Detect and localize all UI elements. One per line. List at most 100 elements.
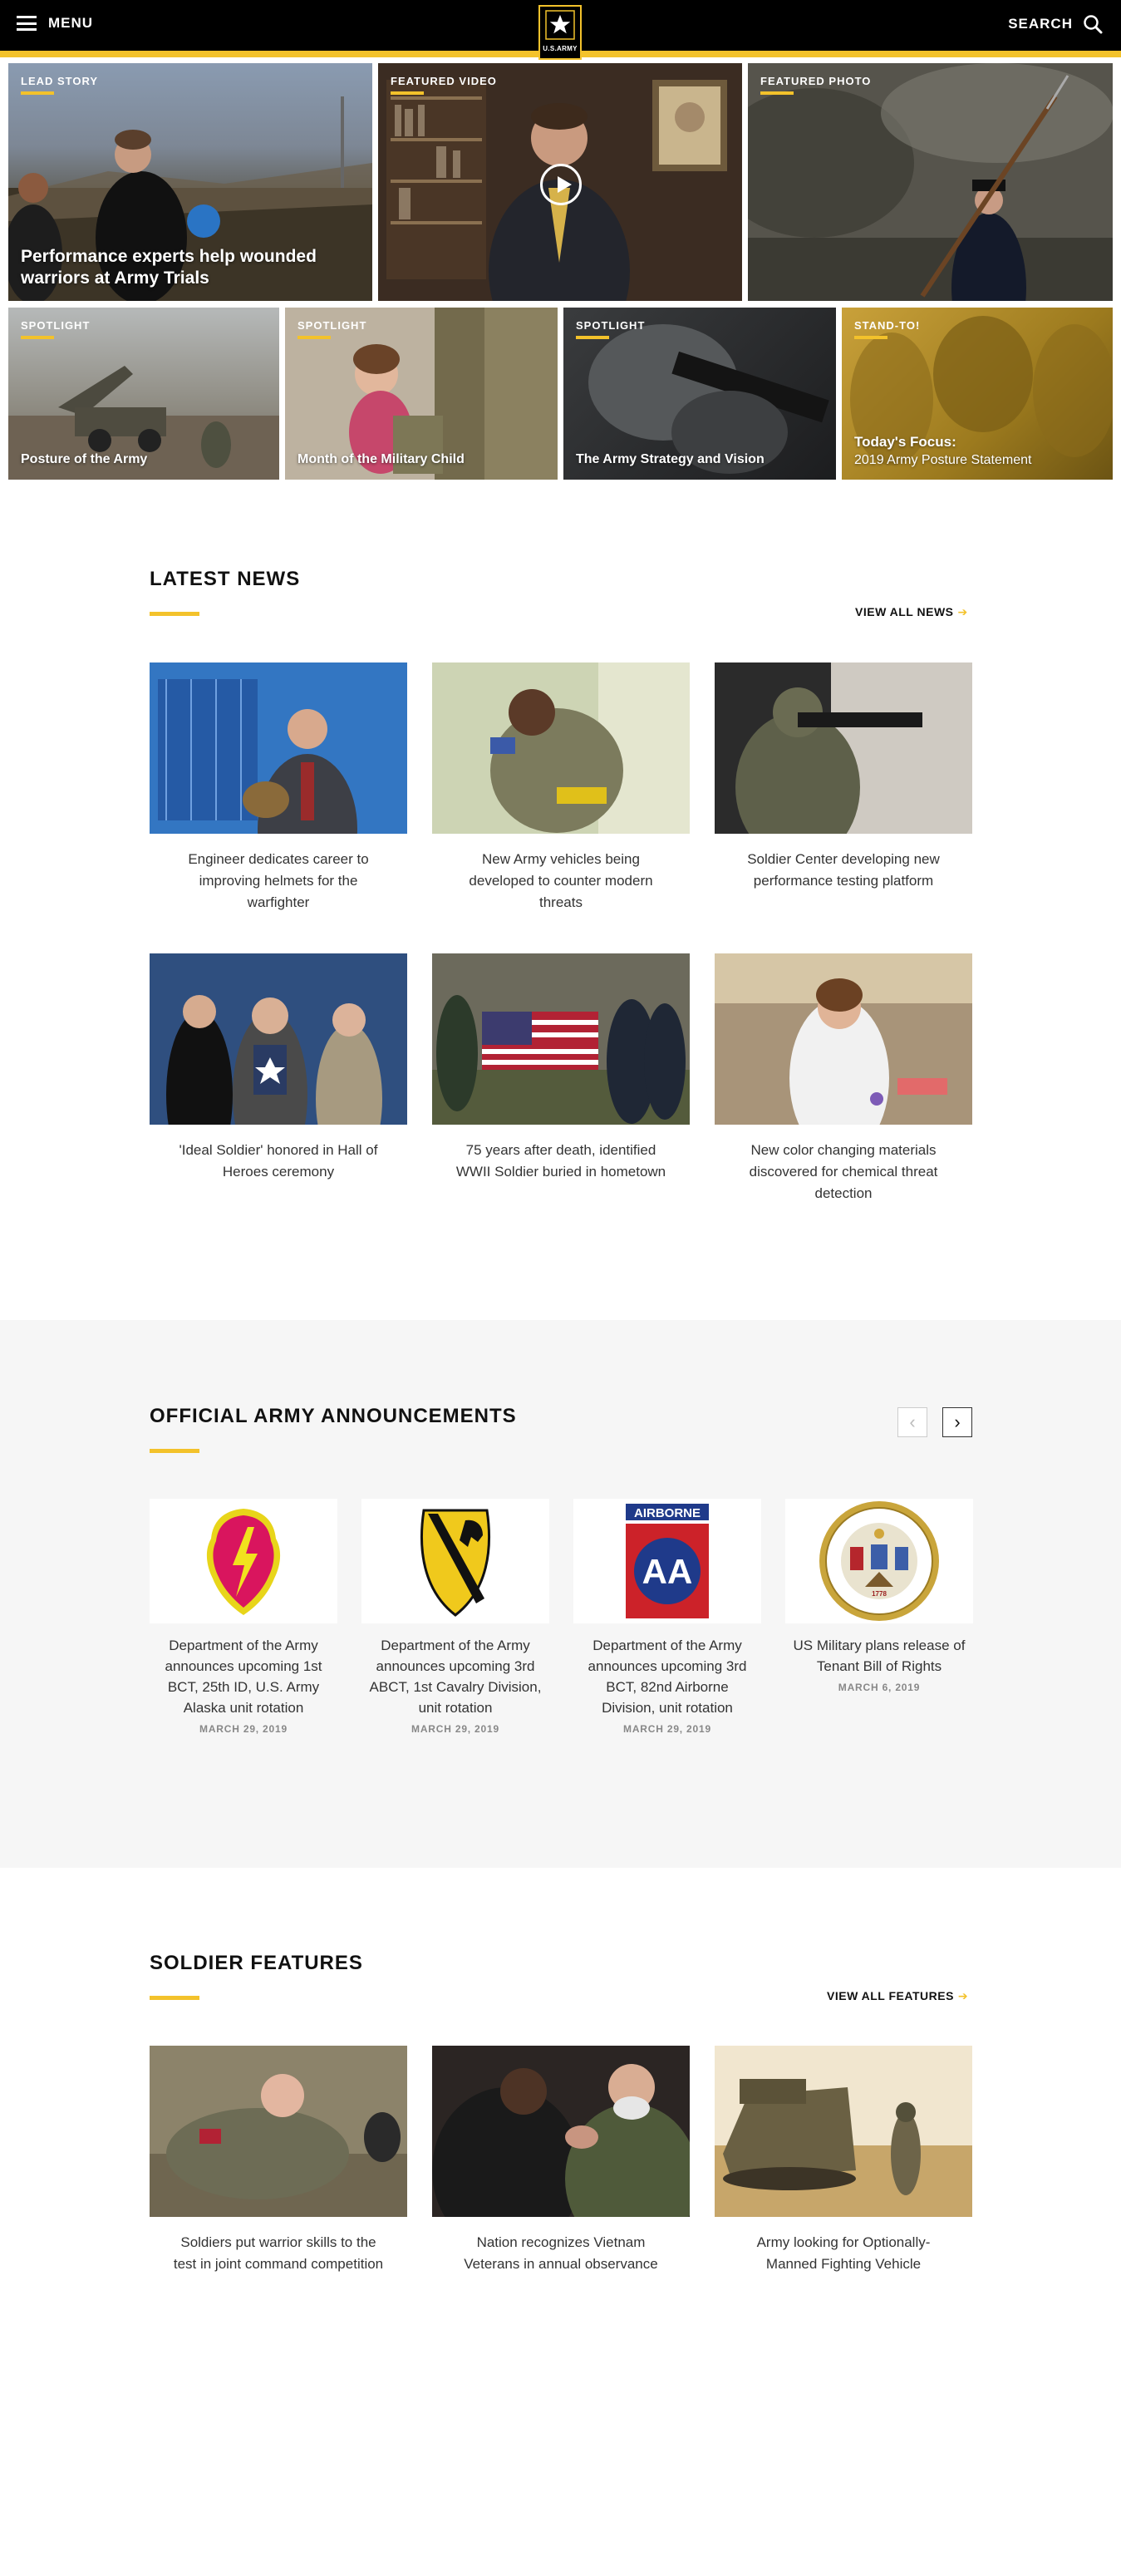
view-all-news-label: VIEW ALL NEWS	[855, 605, 954, 618]
announcement-date: MARCH 29, 2019	[411, 1723, 499, 1735]
announcement-logo-box: AIRBORNE AA	[573, 1499, 761, 1623]
announcement-card[interactable]: AIRBORNE AA Department of the Army annou…	[573, 1499, 761, 1735]
category-underline	[21, 336, 54, 339]
25th-infantry-patch-icon	[206, 1509, 281, 1615]
menu-label: MENU	[48, 15, 94, 31]
aa-letters: AA	[642, 1552, 693, 1591]
play-icon[interactable]	[540, 164, 582, 205]
search-label: SEARCH	[1008, 16, 1073, 32]
news-image-hall-of-heroes	[150, 953, 407, 1125]
announcement-logo-box	[150, 1499, 337, 1623]
view-all-features-link[interactable]: VIEW ALL FEATURES ➔	[827, 1989, 968, 2003]
news-card[interactable]: 75 years after death, identified WWII So…	[432, 953, 690, 1183]
announcement-logo-box: 1778	[785, 1499, 973, 1623]
spotlight-category: SPOTLIGHT	[576, 319, 646, 332]
view-all-features-label: VIEW ALL FEATURES	[827, 1989, 954, 2002]
category-underline	[21, 91, 54, 95]
feature-image-fighting-vehicle	[715, 2046, 972, 2217]
featured-video-category: FEATURED VIDEO	[391, 75, 497, 87]
category-underline	[576, 336, 609, 339]
news-image-helmets	[150, 662, 407, 834]
feature-card[interactable]: Nation recognizes Vietnam Veterans in an…	[432, 2046, 690, 2275]
spotlight-tile-2[interactable]: SPOTLIGHT Month of the Military Child	[285, 308, 558, 480]
search-button[interactable]: SEARCH	[1008, 14, 1103, 34]
announcements-heading: OFFICIAL ARMY ANNOUNCEMENTS	[150, 1405, 517, 1427]
category-underline	[760, 91, 794, 95]
stand-to-category: STAND-TO!	[854, 319, 921, 332]
announcement-date: MARCH 29, 2019	[199, 1723, 288, 1735]
announcement-title: US Military plans release of Tenant Bill…	[793, 1638, 966, 1674]
feature-caption: Army looking for Optionally-Manned Fight…	[756, 2234, 931, 2272]
feature-image-vietnam-veterans	[432, 2046, 690, 2217]
section-underline	[150, 612, 199, 616]
category-underline	[854, 336, 887, 339]
news-caption: 'Ideal Soldier' honored in Hall of Heroe…	[179, 1142, 378, 1180]
announcement-card[interactable]: Department of the Army announces upcomin…	[361, 1499, 549, 1735]
announcement-logo-box	[361, 1499, 549, 1623]
announcement-date: MARCH 29, 2019	[623, 1723, 711, 1735]
lead-story-title: Performance experts help wounded warrior…	[21, 247, 317, 288]
chevron-right-icon: ›	[954, 1411, 961, 1432]
news-caption: Engineer dedicates career to improving h…	[188, 851, 369, 910]
latest-news-heading: LATEST NEWS	[150, 568, 301, 590]
spotlight-tile-3[interactable]: SPOTLIGHT The Army Strategy and Vision	[563, 308, 836, 480]
seal-year: 1778	[872, 1590, 887, 1598]
news-card[interactable]: New Army vehicles being developed to cou…	[432, 662, 690, 914]
news-card[interactable]: Engineer dedicates career to improving h…	[150, 662, 407, 914]
spotlight-title: The Army Strategy and Vision	[576, 452, 765, 466]
category-underline	[297, 336, 331, 339]
category-underline	[391, 91, 424, 95]
news-card[interactable]: New color changing materials discovered …	[715, 953, 972, 1204]
feature-card[interactable]: Soldiers put warrior skills to the test …	[150, 2046, 407, 2275]
feature-caption: Soldiers put warrior skills to the test …	[173, 2234, 384, 2272]
news-caption: New color changing materials discovered …	[749, 1142, 938, 1201]
section-underline	[150, 1996, 199, 2000]
news-image-testing-platform	[715, 662, 972, 834]
lead-story-tile[interactable]: LEAD STORY Performance experts help woun…	[8, 63, 372, 301]
announcement-card[interactable]: Department of the Army announces upcomin…	[150, 1499, 337, 1735]
spotlight-category: SPOTLIGHT	[297, 319, 367, 332]
carousel-prev-button[interactable]: ‹	[897, 1407, 927, 1437]
featured-photo-category: FEATURED PHOTO	[760, 75, 872, 87]
section-underline	[150, 1449, 199, 1453]
lead-story-category: LEAD STORY	[21, 75, 99, 87]
search-icon	[1084, 15, 1103, 34]
news-image-color-materials	[715, 953, 972, 1125]
spotlight-title: Month of the Military Child	[297, 452, 465, 466]
stand-to-focus: Today's Focus: 2019 Army Posture Stateme…	[854, 434, 1031, 468]
department-of-the-army-seal-icon: 1778	[819, 1501, 939, 1621]
us-army-logo[interactable]: U.S.ARMY	[538, 5, 582, 60]
arrow-right-icon: ➔	[957, 1989, 969, 2002]
news-caption: 75 years after death, identified WWII So…	[455, 1142, 666, 1180]
announcement-title: Department of the Army announces upcomin…	[369, 1638, 542, 1716]
news-caption: New Army vehicles being developed to cou…	[469, 851, 653, 910]
arrow-right-icon: ➔	[957, 605, 968, 618]
news-caption: Soldier Center developing new performanc…	[747, 851, 940, 889]
focus-title: 2019 Army Posture Statement	[854, 453, 1032, 467]
82nd-airborne-patch-icon: AIRBORNE AA	[626, 1504, 709, 1618]
spotlight-tile-1[interactable]: SPOTLIGHT Posture of the Army	[8, 308, 279, 480]
news-card[interactable]: Soldier Center developing new performanc…	[715, 662, 972, 892]
announcement-card[interactable]: 1778 US Military plans release of Tenant…	[785, 1499, 973, 1693]
hamburger-icon	[17, 16, 37, 31]
feature-caption: Nation recognizes Vietnam Veterans in an…	[464, 2234, 658, 2272]
airborne-tab-text: AIRBORNE	[634, 1506, 701, 1520]
focus-label: Today's Focus:	[854, 434, 956, 450]
feature-card[interactable]: Army looking for Optionally-Manned Fight…	[715, 2046, 972, 2275]
1st-cavalry-patch-icon	[420, 1509, 491, 1617]
menu-button[interactable]: MENU	[17, 15, 93, 32]
spotlight-title: Posture of the Army	[21, 452, 148, 466]
announcement-title: Department of the Army announces upcomin…	[588, 1638, 747, 1716]
featured-photo-tile[interactable]: FEATURED PHOTO	[748, 63, 1113, 301]
view-all-news-link[interactable]: VIEW ALL NEWS ➔	[855, 605, 968, 619]
announcement-title: Department of the Army announces upcomin…	[165, 1638, 322, 1716]
chevron-left-icon: ‹	[909, 1411, 916, 1432]
army-star-icon	[545, 10, 575, 40]
stand-to-tile[interactable]: STAND-TO! Today's Focus: 2019 Army Postu…	[842, 308, 1113, 480]
featured-photo-image	[748, 63, 1113, 301]
news-image-wwii-burial	[432, 953, 690, 1125]
logo-text: U.S.ARMY	[543, 45, 578, 52]
soldier-features-heading: SOLDIER FEATURES	[150, 1952, 363, 1974]
carousel-next-button[interactable]: ›	[942, 1407, 972, 1437]
news-card[interactable]: 'Ideal Soldier' honored in Hall of Heroe…	[150, 953, 407, 1183]
